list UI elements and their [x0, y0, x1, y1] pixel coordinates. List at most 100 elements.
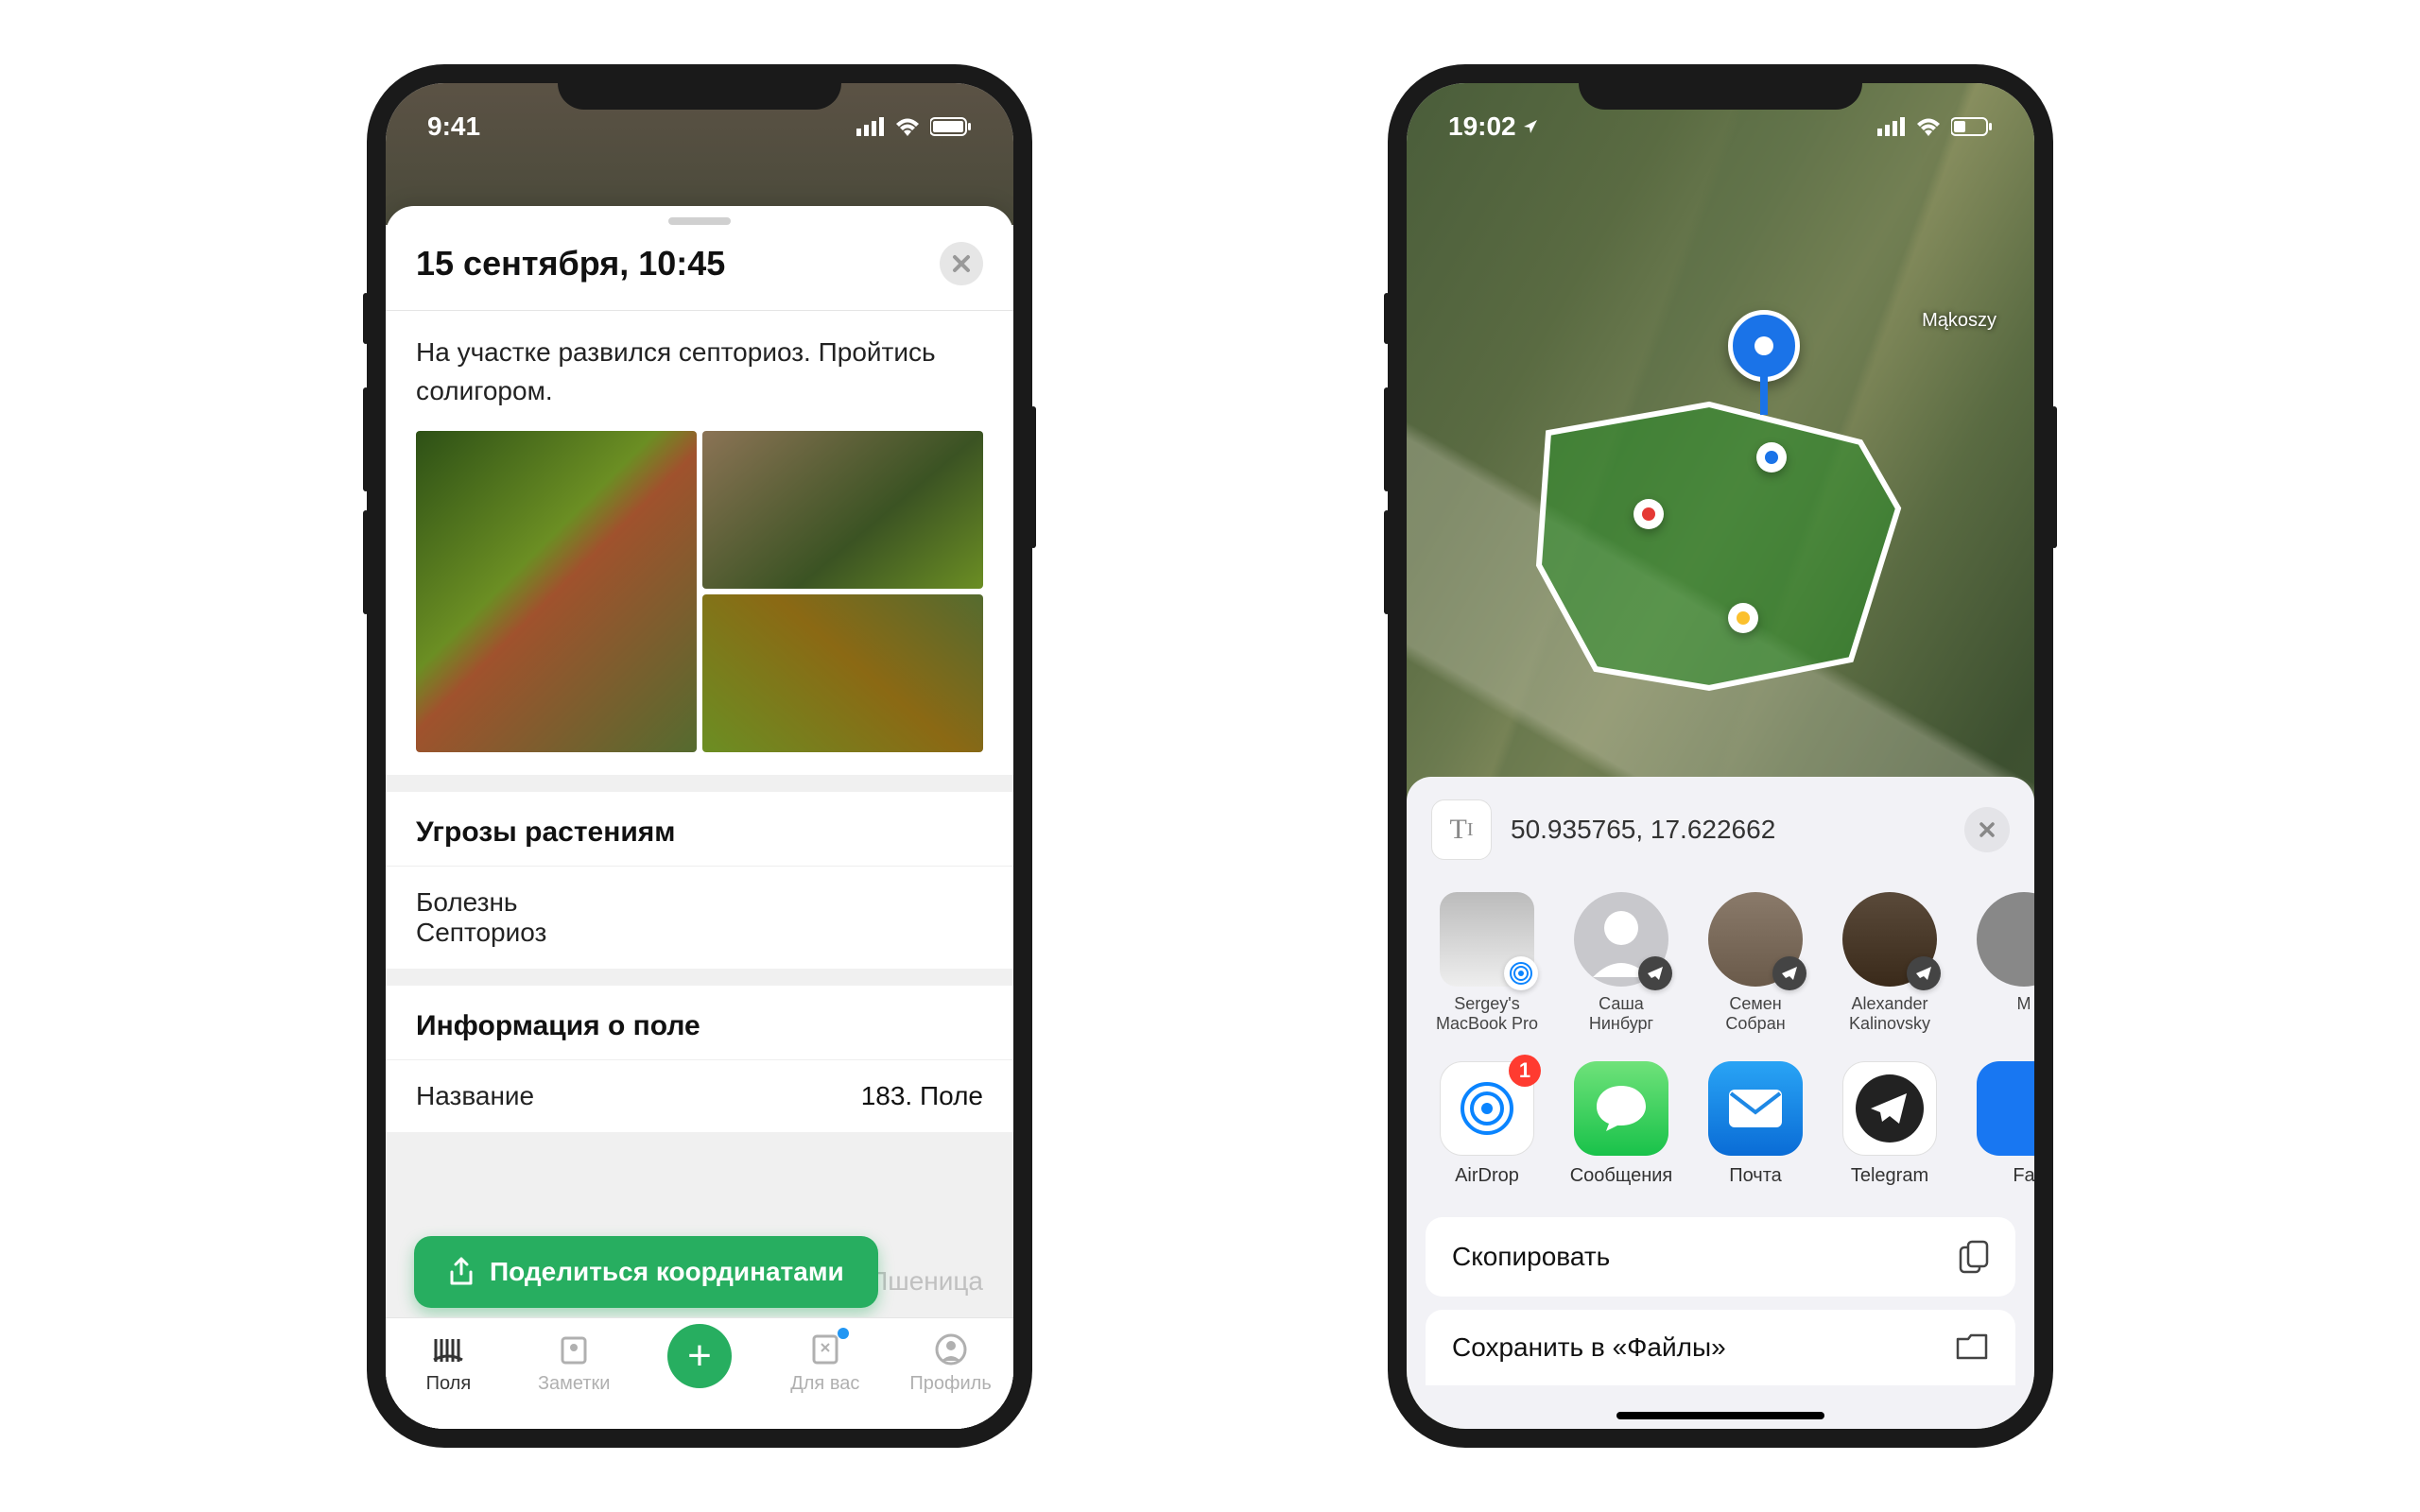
app-label: Почта [1729, 1165, 1782, 1187]
share-close-button[interactable] [1964, 807, 2010, 852]
field-boundary[interactable] [1520, 395, 1917, 697]
contact-person[interactable]: Семен Собран [1700, 892, 1811, 1033]
share-button-label: Поделиться координатами [490, 1257, 844, 1287]
app-mail[interactable]: Почта [1700, 1061, 1811, 1187]
share-coordinates-button[interactable]: Поделиться координатами [414, 1236, 878, 1308]
contact-label: M [2017, 994, 2031, 1014]
action-label: Скопировать [1452, 1242, 1610, 1272]
ios-share-sheet: TI 50.935765, 17.622662 Sergey's MacBook… [1407, 777, 2034, 1429]
app-messages[interactable]: Сообщения [1565, 1061, 1677, 1187]
airdrop-contacts-row[interactable]: Sergey's MacBook Pro Саша Нинбург [1407, 883, 2034, 1052]
mail-icon [1708, 1061, 1803, 1156]
airdrop-icon: 1 [1440, 1061, 1534, 1156]
close-icon [951, 253, 972, 274]
tab-profile[interactable]: Профиль [899, 1330, 1003, 1395]
tab-label: Заметки [538, 1373, 611, 1395]
telegram-badge-icon [1907, 956, 1941, 990]
note-detail-sheet: 15 сентября, 10:45 На участке развился с… [386, 206, 1013, 1429]
tab-label: Профиль [909, 1373, 991, 1395]
app-airdrop[interactable]: 1 AirDrop [1431, 1061, 1543, 1187]
avatar-icon [1708, 892, 1803, 987]
battery-icon [1951, 116, 1993, 137]
tab-label: Поля [426, 1373, 472, 1395]
action-label: Сохранить в «Файлы» [1452, 1332, 1726, 1363]
field-name-label: Название [416, 1081, 534, 1111]
map-place-label: Mąkoszy [1922, 310, 1996, 332]
cellular-icon [856, 117, 885, 136]
add-icon: + [667, 1324, 732, 1388]
telegram-badge-icon [1772, 956, 1806, 990]
phone-left: 9:41 15 сентября, 10:45 На участке разви… [369, 66, 1030, 1446]
tab-notes[interactable]: Заметки [522, 1330, 626, 1395]
tab-bar: Поля Заметки + Для вас [386, 1317, 1013, 1429]
tab-fields[interactable]: Поля [396, 1330, 500, 1395]
status-time: 19:02 [1448, 112, 1516, 142]
notes-icon [554, 1330, 594, 1369]
battery-icon [930, 116, 972, 137]
tab-label: Для вас [790, 1373, 859, 1395]
location-icon [1522, 118, 1539, 135]
avatar-icon [1977, 892, 2034, 987]
threats-heading: Угрозы растениям [386, 792, 1013, 867]
folder-icon [1955, 1333, 1989, 1362]
foryou-icon [805, 1330, 845, 1369]
app-label: AirDrop [1455, 1165, 1519, 1187]
map-pin-primary[interactable] [1728, 310, 1800, 382]
profile-icon [931, 1330, 971, 1369]
phone-right: Mąkoszy 19:02 TI 50.935765, 17.622662 [1390, 66, 2051, 1446]
crop-value: Пшеница [869, 1266, 983, 1297]
close-icon [1978, 820, 1996, 839]
status-indicators [856, 116, 972, 137]
threat-name: Септориоз [416, 918, 983, 948]
map-pin-yellow[interactable] [1728, 603, 1758, 633]
tab-add[interactable]: + [648, 1330, 752, 1388]
airdrop-badge-icon [1504, 956, 1538, 990]
note-photo-3[interactable] [702, 594, 983, 752]
field-info-heading: Информация о поле [386, 986, 1013, 1060]
messages-icon [1574, 1061, 1668, 1156]
action-copy[interactable]: Скопировать [1426, 1217, 2015, 1297]
telegram-icon [1842, 1061, 1937, 1156]
map-pin-red[interactable] [1634, 499, 1664, 529]
map-pin-white[interactable] [1756, 442, 1787, 472]
close-button[interactable] [940, 242, 983, 285]
avatar-icon [1842, 892, 1937, 987]
sheet-grabber[interactable] [668, 217, 731, 225]
share-item-icon: TI [1431, 799, 1492, 860]
status-time: 9:41 [427, 112, 480, 142]
threat-type: Болезнь [416, 887, 983, 918]
home-indicator[interactable] [1616, 1412, 1824, 1419]
facebook-icon [1977, 1061, 2034, 1156]
fields-icon [428, 1330, 468, 1369]
note-photo-1[interactable] [416, 431, 697, 752]
note-photo-2[interactable] [702, 431, 983, 589]
contact-person[interactable]: Alexander Kalinovsky [1834, 892, 1945, 1033]
app-facebook[interactable]: Fa [1968, 1061, 2034, 1187]
cellular-icon [1877, 117, 1906, 136]
device-icon [1440, 892, 1534, 987]
contact-person[interactable]: Саша Нинбург [1565, 892, 1677, 1033]
airdrop-badge: 1 [1509, 1055, 1541, 1087]
wifi-icon [894, 117, 921, 136]
note-photos[interactable] [416, 431, 983, 752]
field-name-value: 183. Поле [861, 1081, 983, 1111]
contact-label: Sergey's MacBook Pro [1431, 994, 1543, 1033]
status-indicators [1877, 116, 1993, 137]
tab-foryou[interactable]: Для вас [773, 1330, 877, 1395]
share-coordinates-text: 50.935765, 17.622662 [1511, 815, 1945, 845]
copy-icon [1959, 1240, 1989, 1274]
action-save-files[interactable]: Сохранить в «Файлы» [1426, 1310, 2015, 1385]
share-apps-row[interactable]: 1 AirDrop Сообщения Почта [1407, 1052, 2034, 1206]
contact-macbook[interactable]: Sergey's MacBook Pro [1431, 892, 1543, 1033]
contact-person[interactable]: M [1968, 892, 2034, 1033]
note-body-text: На участке развился септориоз. Пройтись … [416, 334, 983, 410]
telegram-badge-icon [1638, 956, 1672, 990]
contact-label: Саша Нинбург [1565, 994, 1677, 1033]
contact-label: Семен Собран [1700, 994, 1811, 1033]
contact-label: Alexander Kalinovsky [1834, 994, 1945, 1033]
share-icon [448, 1257, 475, 1287]
avatar-icon [1574, 892, 1668, 987]
field-name-row[interactable]: Название 183. Поле [386, 1060, 1013, 1132]
threat-row[interactable]: Болезнь Септориоз [386, 867, 1013, 969]
app-telegram[interactable]: Telegram [1834, 1061, 1945, 1187]
